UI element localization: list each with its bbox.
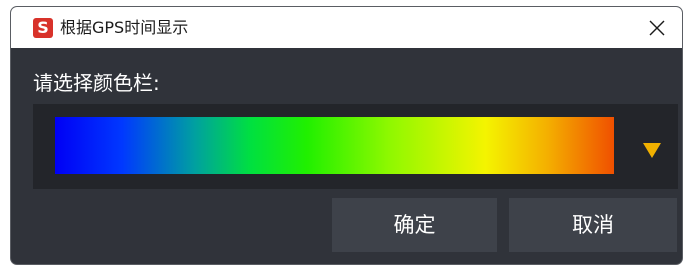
colorbar-select[interactable]	[33, 104, 678, 189]
title-bar: S 根据GPS时间显示	[11, 7, 682, 48]
colorbar-preview	[55, 117, 614, 174]
window-title: 根据GPS时间显示	[60, 18, 189, 37]
close-icon	[649, 20, 665, 36]
colorbar-prompt-label: 请选择颜色栏:	[33, 71, 160, 95]
ok-button[interactable]: 确定	[332, 198, 497, 252]
triangle-down-icon[interactable]	[643, 143, 661, 159]
dialog-window: S 根据GPS时间显示 请选择颜色栏: 确定 取消	[10, 6, 683, 265]
cancel-button[interactable]: 取消	[509, 198, 677, 252]
close-button[interactable]	[640, 12, 674, 44]
app-logo-icon: S	[33, 18, 53, 38]
